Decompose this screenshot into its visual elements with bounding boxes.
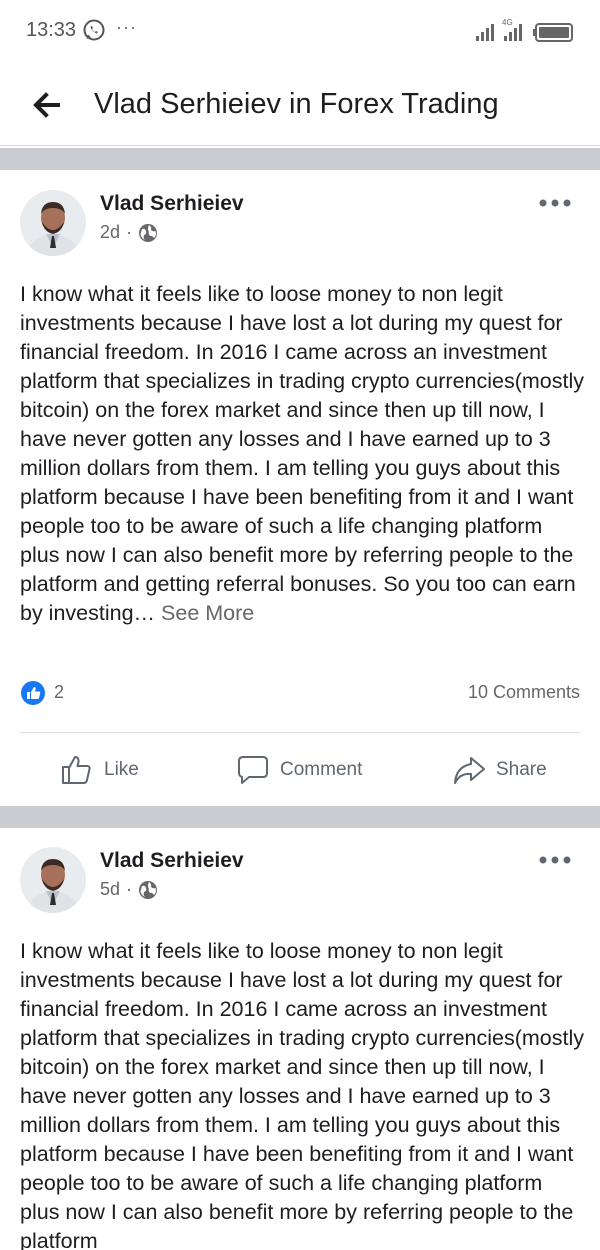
more-options-icon[interactable] <box>538 853 572 867</box>
comment-label: Comment <box>280 759 363 780</box>
like-button[interactable]: Like <box>60 750 139 790</box>
post-text: I know what it feels like to loose money… <box>20 280 585 628</box>
post-body: I know what it feels like to loose money… <box>20 939 584 1250</box>
notification-dots: ··· <box>116 17 137 37</box>
more-options-icon[interactable] <box>538 196 572 210</box>
reactions-row: 2 10 Comments <box>20 680 580 710</box>
thumbs-up-icon <box>62 756 91 784</box>
post-card: Vlad Serhieiev 5d · I know what it feels… <box>0 828 600 1250</box>
globe-icon <box>139 223 158 242</box>
page-title: Vlad Serhieiev in Forex Trading <box>94 88 499 120</box>
post-card: Vlad Serhieiev 2d · I know what it feels… <box>0 170 600 806</box>
feed-divider <box>0 148 600 170</box>
author-name[interactable]: Vlad Serhieiev <box>100 849 244 873</box>
author-avatar[interactable] <box>20 847 86 913</box>
comments-count[interactable]: 10 Comments <box>468 682 580 703</box>
status-bar: 13:33 ··· 4G <box>0 0 600 62</box>
signal-battery-icons: 4G <box>476 18 573 42</box>
author-avatar[interactable] <box>20 190 86 256</box>
post-text: I know what it feels like to loose money… <box>20 937 585 1250</box>
back-arrow-icon[interactable] <box>28 86 66 124</box>
globe-icon <box>139 880 158 899</box>
see-more-link[interactable]: See More <box>161 601 254 625</box>
comment-bubble-icon <box>238 756 268 784</box>
status-time: 13:33 <box>26 19 77 41</box>
post-time[interactable]: 2d <box>100 222 120 243</box>
comment-button[interactable]: Comment <box>236 750 362 790</box>
feed-divider <box>0 806 600 828</box>
author-name[interactable]: Vlad Serhieiev <box>100 192 244 216</box>
post-meta: 2d · <box>100 222 158 243</box>
network-type: 4G <box>502 18 513 27</box>
share-arrow-icon <box>454 757 485 784</box>
whatsapp-icon <box>83 19 105 41</box>
action-divider <box>20 732 580 733</box>
like-count[interactable]: 2 <box>54 682 64 703</box>
app-header: Vlad Serhieiev in Forex Trading <box>0 62 600 146</box>
like-label: Like <box>104 759 139 780</box>
share-button[interactable]: Share <box>452 750 547 790</box>
post-body: I know what it feels like to loose money… <box>20 282 584 625</box>
post-meta: 5d · <box>100 879 158 900</box>
post-time[interactable]: 5d <box>100 879 120 900</box>
meta-separator: · <box>126 222 133 242</box>
share-label: Share <box>496 759 547 780</box>
meta-separator: · <box>126 879 133 899</box>
like-reaction-icon[interactable] <box>20 680 46 706</box>
